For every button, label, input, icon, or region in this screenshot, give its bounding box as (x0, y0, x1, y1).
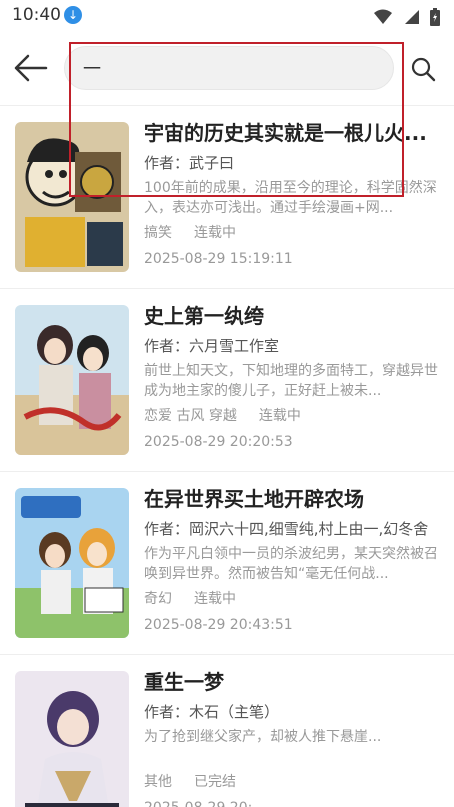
download-icon: ↓ (64, 6, 82, 24)
comic-description: 作为平凡白领中一员的杀波纪男，某天突然被召唤到异世界。然而被告知“毫无任何战..… (144, 546, 438, 582)
search-button[interactable] (410, 56, 436, 82)
comic-author: 作者：木石（主笔） (144, 703, 280, 721)
comic-author: 作者：六月雪工作室 (144, 337, 280, 355)
comic-title: 宇宙的历史其实就是一根儿火... (144, 121, 427, 145)
comic-status: 连载中 (194, 225, 236, 241)
comic-cover (15, 671, 129, 807)
search-header (0, 34, 454, 106)
list-item[interactable]: 宇宙的历史其实就是一根儿火... 作者：武子曰 100年前的成果，沿用至今的理论… (0, 106, 454, 289)
status-icons (368, 6, 440, 26)
comic-description: 前世上知天文，下知地理的多面特工，穿越异世成为地主家的傻儿子，正好赶上被未... (144, 363, 438, 399)
search-input[interactable] (64, 46, 394, 90)
arrow-left-icon (14, 54, 48, 82)
comic-genre: 恋爱 古风 穿越 (144, 408, 237, 424)
comic-author: 作者：岡沢六十四,细雪纯,村上由一,幻冬舍 (144, 520, 429, 538)
comic-title: 在异世界买土地开辟农场 (144, 487, 364, 511)
battery-icon (430, 7, 440, 26)
comic-tags: 奇幻 连载中 (144, 588, 440, 610)
comic-description: 100年前的成果，沿用至今的理论，科学固然深入，表达亦可浅出。通过手绘漫画+网.… (144, 180, 437, 216)
comic-update-time: 2025-08-29 15:19:11 (144, 251, 293, 267)
comic-genre: 搞笑 (144, 225, 172, 241)
result-list: 宇宙的历史其实就是一根儿火... 作者：武子曰 100年前的成果，沿用至今的理论… (0, 106, 454, 807)
comic-tags: 恋爱 古风 穿越 连载中 (144, 405, 440, 427)
comic-status: 连载中 (258, 408, 301, 424)
comic-status: 已完结 (194, 774, 236, 790)
comic-status: 连载中 (194, 591, 236, 607)
list-item[interactable]: 重生一梦 作者：木石（主笔） 为了抢到继父家产，却被人推下悬崖... 其他 已完结… (0, 655, 454, 807)
comic-update-time: 2025-08-29 20: (144, 797, 440, 807)
list-item[interactable]: 在异世界买土地开辟农场 作者：岡沢六十四,细雪纯,村上由一,幻冬舍 作为平凡白领… (0, 472, 454, 655)
status-time: 10:40 (12, 5, 61, 25)
comic-description: 为了抢到继父家产，却被人推下悬崖... (144, 729, 382, 745)
list-item[interactable]: 史上第一纨绔 作者：六月雪工作室 前世上知天文，下知地理的多面特工，穿越异世成为… (0, 289, 454, 472)
comic-cover (15, 122, 129, 272)
comic-title: 史上第一纨绔 (144, 304, 264, 328)
comic-update-time: 2025-08-29 20:20:53 (144, 434, 293, 450)
comic-cover (15, 488, 129, 638)
comic-genre: 其他 (144, 774, 172, 790)
comic-author: 作者：武子曰 (144, 154, 235, 172)
status-bar: 10:40 ↓ (0, 0, 454, 34)
comic-tags: 搞笑 连载中 (144, 222, 440, 244)
wifi-icon (373, 9, 392, 24)
comic-cover (15, 305, 129, 455)
back-button[interactable] (12, 52, 52, 84)
comic-tags: 其他 已完结 (144, 771, 440, 793)
comic-title: 重生一梦 (144, 670, 224, 694)
signal-icon (404, 9, 419, 24)
comic-genre: 奇幻 (144, 591, 172, 607)
comic-update-time: 2025-08-29 20:43:51 (144, 617, 293, 633)
search-icon (411, 57, 436, 82)
